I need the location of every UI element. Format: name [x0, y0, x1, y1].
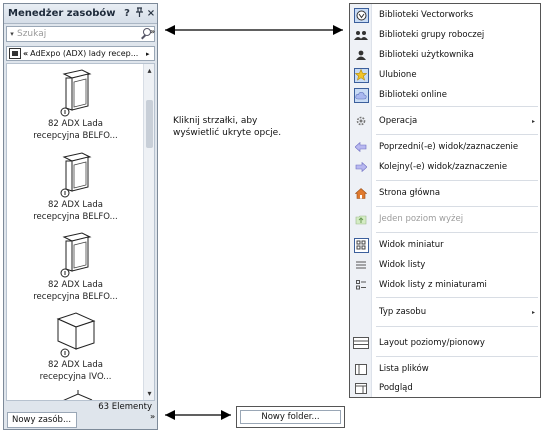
callout-line: wyświetlić ukryte opcje.	[173, 128, 282, 138]
gear-icon	[350, 112, 372, 130]
preview-icon	[350, 379, 372, 397]
menu-item-list-view[interactable]: Widok listy	[350, 256, 540, 274]
folder-up-icon	[350, 210, 372, 228]
menu-item-label: Podgląd	[379, 383, 413, 393]
menu-item-label: Widok listy z miniaturami	[379, 280, 487, 290]
new-folder-button[interactable]: Nowy folder...	[240, 410, 341, 424]
menu-item-preview[interactable]: Podgląd	[350, 379, 540, 397]
menu-item-online-libraries[interactable]: Biblioteki online	[350, 86, 540, 104]
menu-separator	[376, 180, 538, 181]
menu-item-label: Layout poziomy/pionowy	[379, 338, 485, 348]
file-list-icon	[350, 360, 372, 378]
menu-item-label: Biblioteki Vectorworks	[379, 10, 474, 20]
menu-separator	[376, 206, 538, 207]
menu-item-label: Poprzedni(-e) widok/zaznaczenie	[379, 142, 519, 152]
menu-item-list-thumbnail-view[interactable]: Widok listy z miniaturami	[350, 276, 540, 294]
menu-item-workgroup-libraries[interactable]: Biblioteki grupy roboczej	[350, 26, 540, 44]
menu-item-label: Jeden poziom wyżej	[379, 214, 464, 224]
arrow-left-icon	[350, 138, 372, 156]
menu-separator	[376, 356, 538, 357]
submenu-arrow-icon: ▸	[532, 117, 536, 125]
menu-separator	[376, 134, 538, 135]
menu-item-thumbnail-view[interactable]: Widok miniatur	[350, 236, 540, 254]
menu-item-label: Typ zasobu	[379, 307, 427, 317]
menu-separator	[376, 232, 538, 233]
menu-item-previous-view[interactable]: Poprzedni(-e) widok/zaznaczenie	[350, 138, 540, 156]
thumbnails-icon	[353, 237, 369, 253]
menu-item-vectorworks-libraries[interactable]: Biblioteki Vectorworks	[350, 6, 540, 24]
star-icon	[353, 67, 369, 83]
menu-separator	[376, 326, 538, 327]
menu-item-operation[interactable]: Operacja ▸	[350, 112, 540, 130]
menu-separator	[376, 106, 538, 107]
menu-item-label: Biblioteki użytkownika	[379, 50, 474, 60]
user-icon	[350, 46, 372, 64]
menu-item-label: Widok miniatur	[379, 240, 444, 250]
menu-item-label: Kolejny(-e) widok/zaznaczenie	[379, 162, 508, 172]
menu-item-label: Widok listy	[379, 260, 426, 270]
menu-item-resource-type[interactable]: Typ zasobu ▸	[350, 303, 540, 321]
callout-text: Kliknij strzałki, aby wyświetlić ukryte …	[173, 115, 281, 139]
list-icon	[350, 256, 372, 274]
menu-item-file-list[interactable]: Lista plików	[350, 360, 540, 378]
workgroup-icon	[350, 26, 372, 44]
menu-item-layout-toggle[interactable]: Layout poziomy/pionowy	[350, 334, 540, 352]
arrow-right-icon	[350, 158, 372, 176]
menu-item-level-up[interactable]: Jeden poziom wyżej	[350, 210, 540, 228]
options-menu: Biblioteki Vectorworks Biblioteki grupy …	[349, 3, 541, 398]
menu-item-label: Operacja	[379, 116, 418, 126]
menu-item-favorites[interactable]: Ulubione	[350, 66, 540, 84]
menu-item-label: Ulubione	[379, 70, 417, 80]
submenu-arrow-icon: ▸	[532, 308, 536, 316]
menu-item-home[interactable]: Strona główna	[350, 184, 540, 202]
menu-item-user-libraries[interactable]: Biblioteki użytkownika	[350, 46, 540, 64]
vectorworks-icon	[353, 7, 369, 23]
layout-icon	[350, 334, 372, 352]
menu-item-next-view[interactable]: Kolejny(-e) widok/zaznaczenie	[350, 158, 540, 176]
cloud-icon	[353, 87, 369, 103]
home-icon	[350, 184, 372, 202]
menu-separator	[376, 297, 538, 298]
menu-item-label: Biblioteki online	[379, 90, 447, 100]
list-thumbs-icon	[350, 276, 372, 294]
menu-item-label: Strona główna	[379, 188, 441, 198]
menu-item-label: Lista plików	[379, 364, 429, 374]
callout-line: Kliknij strzałki, aby	[173, 116, 258, 126]
menu-item-label: Biblioteki grupy roboczej	[379, 30, 485, 40]
new-folder-popup: Nowy folder...	[236, 406, 345, 428]
